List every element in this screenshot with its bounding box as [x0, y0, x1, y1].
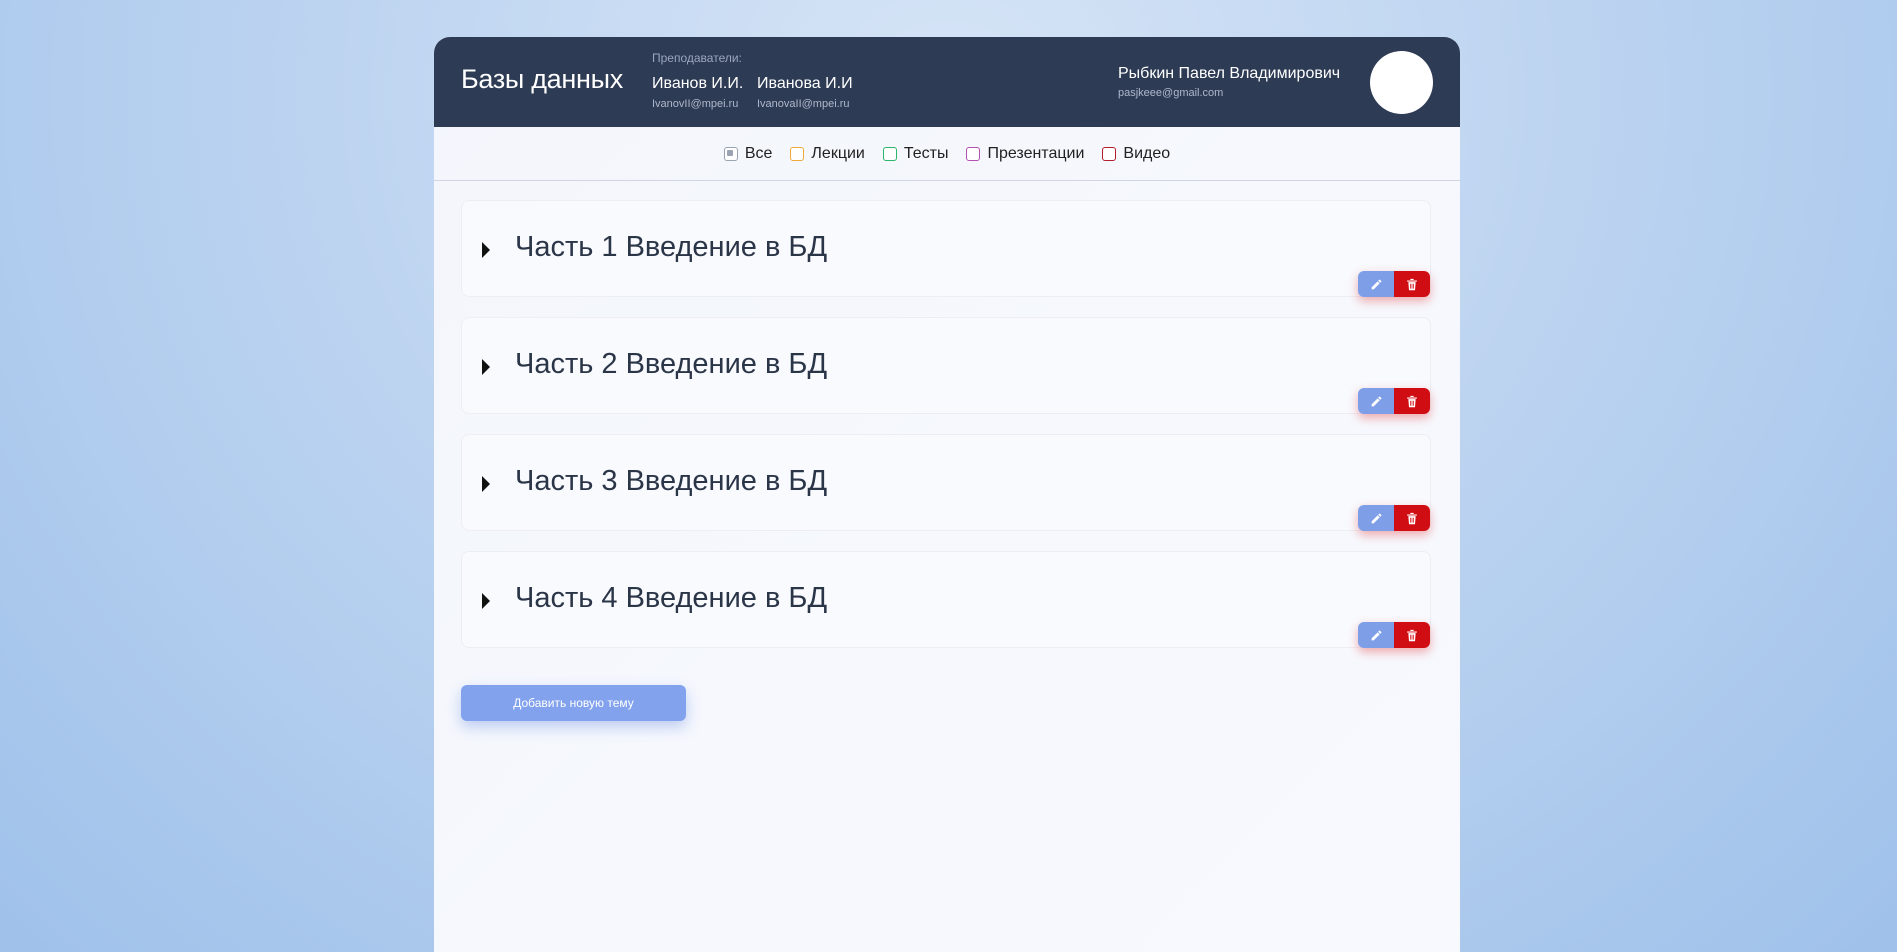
teachers-caption: Преподаватели: [652, 51, 742, 65]
trash-icon [1407, 278, 1417, 290]
course-title: Базы данных [461, 64, 623, 94]
user-name: Рыбкин Павел Владимирович [1118, 65, 1341, 82]
edit-topic-button[interactable] [1358, 505, 1394, 531]
filter-all-checkbox[interactable] [723, 146, 738, 161]
filter-lectures-checkbox[interactable] [790, 146, 805, 161]
user-email: pasjkeee@gmail.com [1118, 87, 1224, 99]
delete-topic-button[interactable] [1394, 388, 1430, 414]
pencil-icon [1371, 630, 1381, 640]
expand-arrow-icon[interactable] [482, 359, 490, 375]
edit-topic-button[interactable] [1358, 388, 1394, 414]
topic-title[interactable]: Часть 4 Введение в БД [515, 582, 827, 615]
trash-icon [1407, 512, 1417, 524]
teacher-name: Иванова И.И [757, 75, 853, 92]
topic-title[interactable]: Часть 2 Введение в БД [515, 348, 827, 381]
pencil-icon [1371, 279, 1381, 289]
app-window: Базы данных Преподаватели: Иванов И.И. I… [434, 37, 1460, 952]
filter-tests-checkbox[interactable] [882, 146, 897, 161]
expand-arrow-icon[interactable] [482, 593, 490, 609]
filter-all[interactable]: Все [723, 144, 773, 163]
teacher-email[interactable]: IvanovaII@mpei.ru [757, 98, 853, 110]
edit-topic-button[interactable] [1358, 271, 1394, 297]
pencil-icon [1371, 513, 1381, 523]
edit-topic-button[interactable] [1358, 622, 1394, 648]
teacher-name: Иванов И.И. [652, 75, 744, 92]
teacher-card: Иванов И.И. IvanovII@mpei.ru [652, 75, 743, 110]
topic-title[interactable]: Часть 3 Введение в БД [515, 465, 827, 498]
filter-label: Видео [1123, 144, 1171, 162]
filter-presentations-checkbox[interactable] [966, 146, 981, 161]
delete-topic-button[interactable] [1394, 271, 1430, 297]
delete-topic-button[interactable] [1394, 505, 1430, 531]
expand-arrow-icon[interactable] [482, 476, 490, 492]
filter-video[interactable]: Видео [1102, 145, 1170, 163]
course-header: Базы данных Преподаватели: Иванов И.И. I… [434, 37, 1460, 127]
topic-actions [1358, 388, 1430, 414]
filter-label: Лекции [811, 144, 865, 162]
filter-label: Тесты [903, 144, 949, 162]
filter-lectures[interactable]: Лекции [790, 144, 865, 163]
avatar[interactable] [1370, 51, 1433, 114]
add-topic-button[interactable]: Добавить новую тему [461, 685, 686, 721]
teacher-card: Иванова И.И IvanovaII@mpei.ru [757, 75, 853, 110]
pencil-icon [1371, 396, 1381, 406]
topic-actions [1358, 271, 1430, 297]
material-filters: Все Лекции Тесты Презентации Видео [434, 127, 1460, 181]
trash-icon [1407, 629, 1417, 641]
topic-title[interactable]: Часть 1 Введение в БД [515, 231, 827, 264]
topic-item[interactable]: Часть 3 Введение в БД [461, 434, 1431, 531]
delete-topic-button[interactable] [1394, 622, 1430, 648]
topic-item[interactable]: Часть 1 Введение в БД [461, 200, 1431, 297]
filter-tests[interactable]: Тесты [882, 144, 949, 163]
topic-actions [1358, 505, 1430, 531]
expand-arrow-icon[interactable] [482, 242, 490, 258]
teacher-email[interactable]: IvanovII@mpei.ru [652, 98, 743, 110]
topic-item[interactable]: Часть 4 Введение в БД [461, 551, 1431, 648]
filter-presentations[interactable]: Презентации [966, 145, 1084, 163]
filter-label: Все [744, 144, 773, 162]
filter-label: Презентации [987, 144, 1085, 162]
trash-icon [1407, 395, 1417, 407]
filter-video-checkbox[interactable] [1102, 146, 1117, 161]
topic-item[interactable]: Часть 2 Введение в БД [461, 317, 1431, 414]
topic-actions [1358, 622, 1430, 648]
